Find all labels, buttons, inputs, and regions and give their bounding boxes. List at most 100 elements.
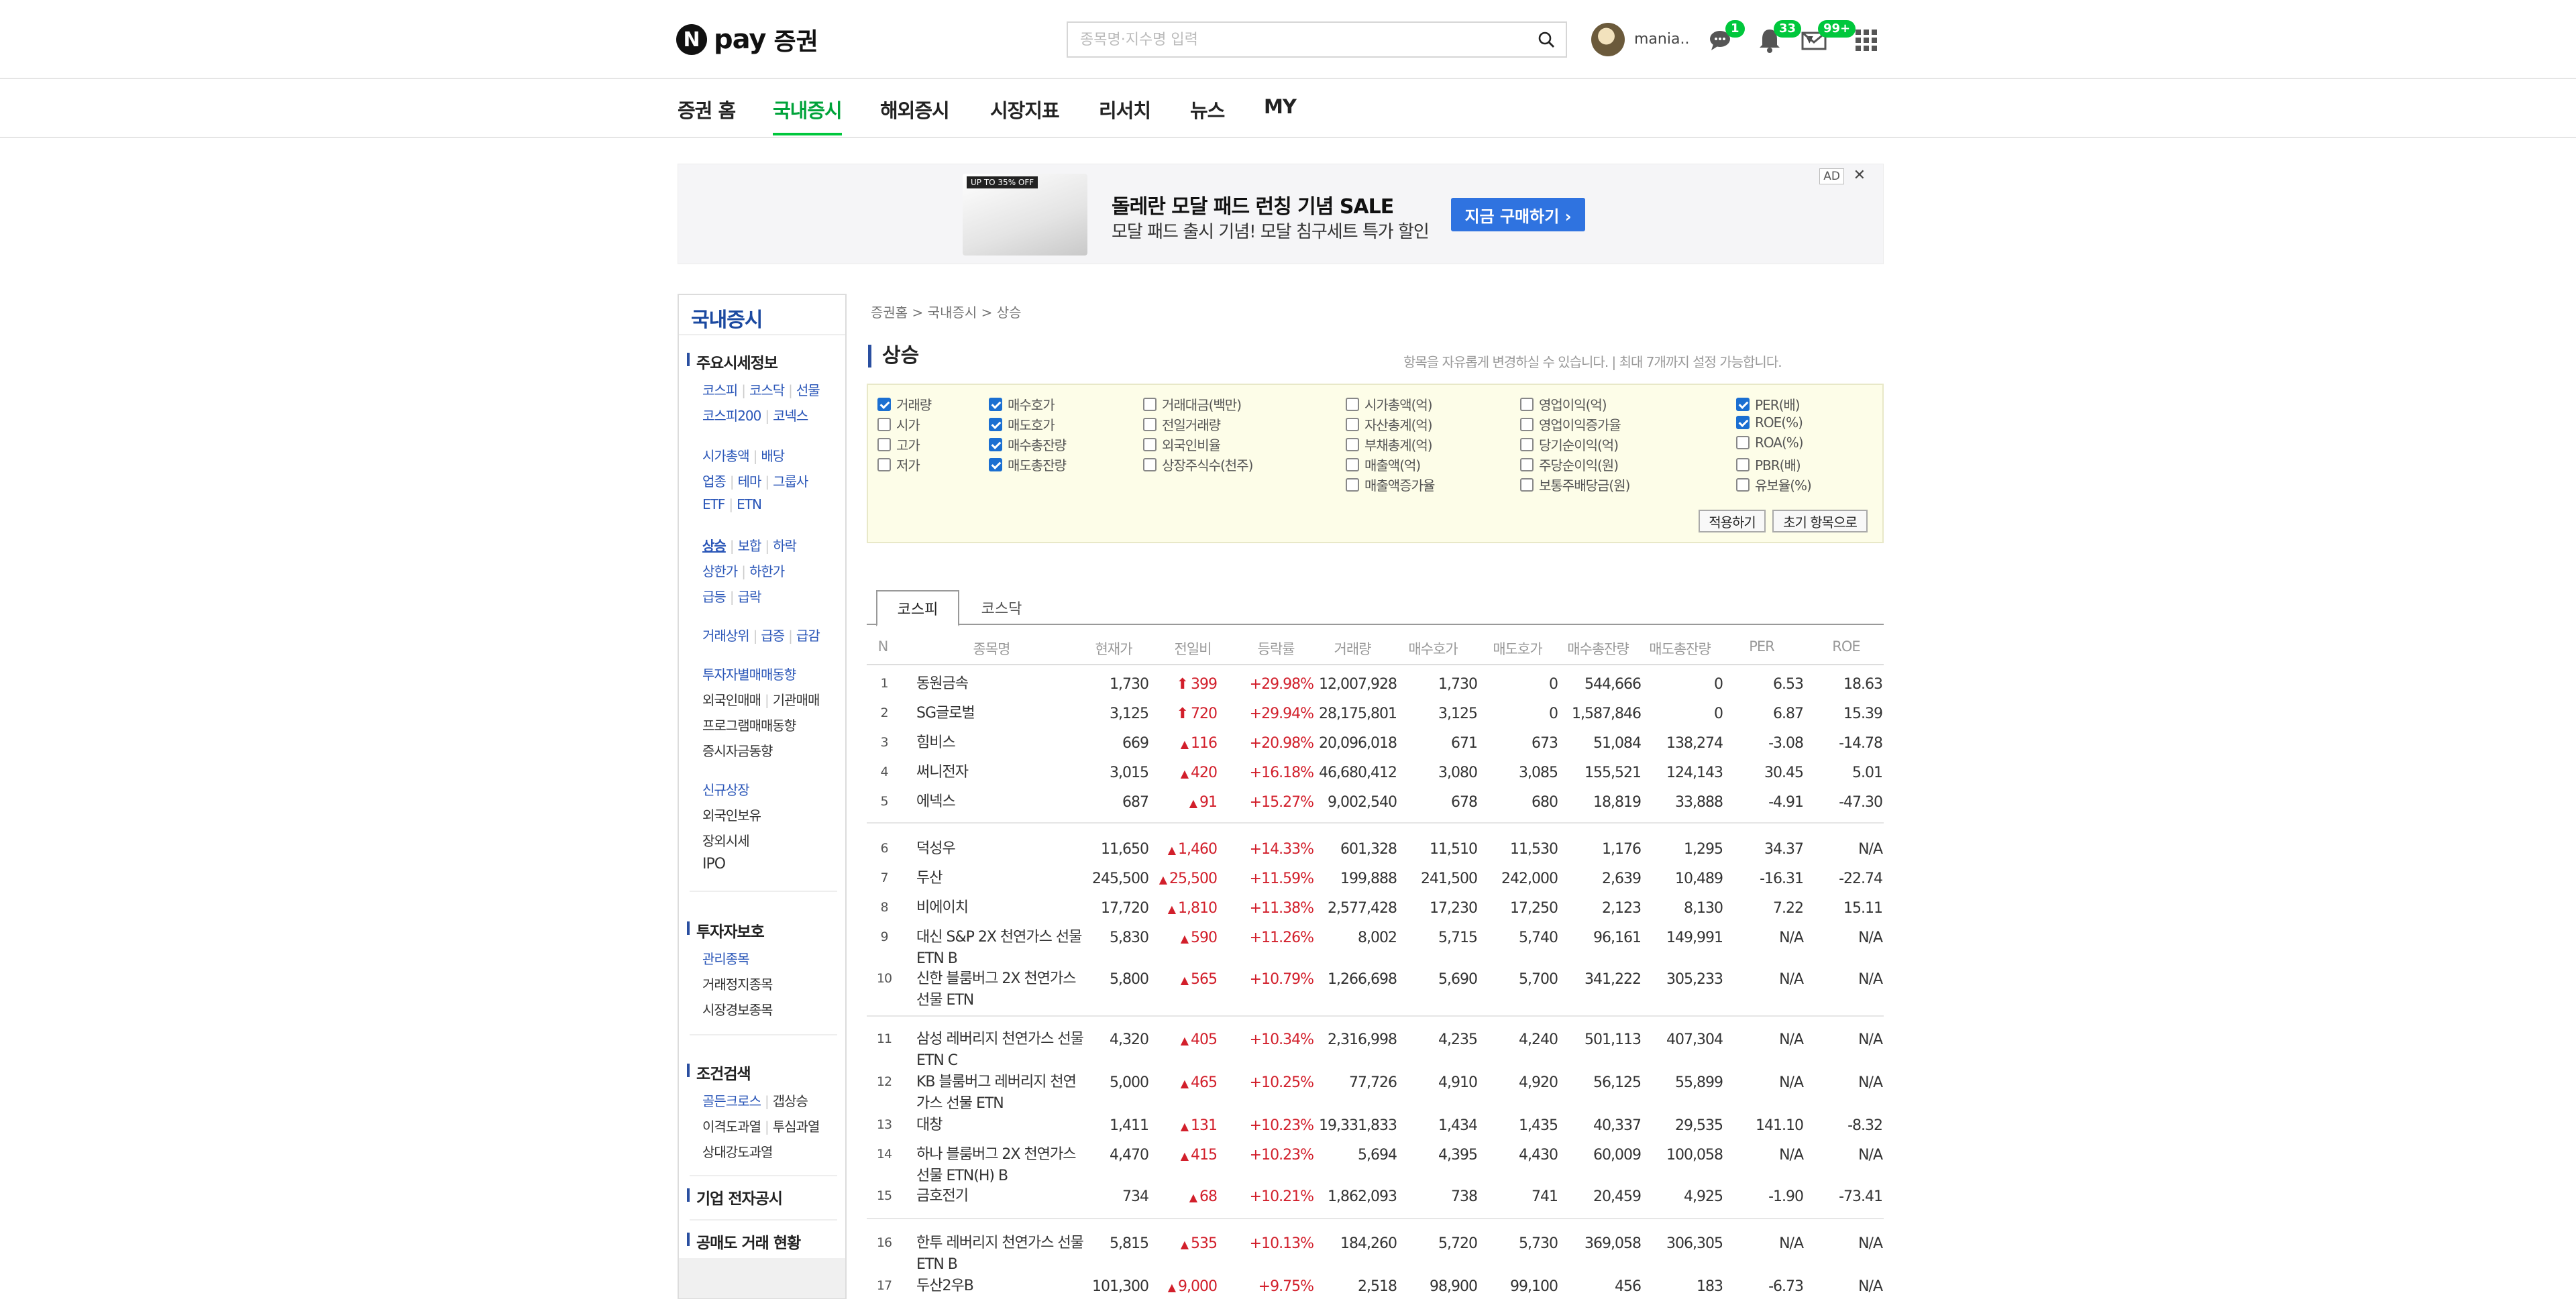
option-checkbox[interactable]: 부채총계(억) — [1346, 435, 1433, 454]
checkbox-icon[interactable] — [1346, 397, 1359, 411]
sidebar-link-institution[interactable]: 기관매매 — [773, 692, 820, 708]
sidebar-link-psych[interactable]: 투심과열 — [773, 1119, 820, 1135]
sidebar-group-screener[interactable]: 조건검색 — [687, 1061, 751, 1084]
option-checkbox[interactable]: 영업이익증가율 — [1520, 414, 1621, 434]
option-checkbox[interactable]: 상장주식수(천주) — [1143, 455, 1253, 474]
sidebar-link-flat[interactable]: 보합 — [738, 538, 762, 554]
nav-item-my[interactable]: MY — [1264, 95, 1297, 135]
option-checkbox[interactable]: 거래대금(백만) — [1143, 394, 1242, 414]
checkbox-icon[interactable] — [989, 397, 1002, 411]
stock-name-link[interactable]: KB 블룸버그 레버리지 천연가스 선물 ETN — [916, 1072, 1084, 1115]
sidebar-link-etn[interactable]: ETN — [737, 496, 762, 512]
sidebar-link-dividend[interactable]: 배당 — [761, 448, 785, 464]
sidebar-link-foreign-hold[interactable]: 외국인보유 — [702, 805, 761, 824]
option-checkbox[interactable]: 매도총잔량 — [989, 455, 1067, 474]
stock-name-link[interactable]: SG글로벌 — [916, 703, 1084, 724]
sidebar-link-kosdaq[interactable]: 코스닥 — [749, 382, 785, 398]
stock-name-link[interactable]: 대창 — [916, 1115, 1084, 1136]
stock-name-link[interactable]: 두산 — [916, 868, 1084, 889]
stock-name-link[interactable]: 동원금속 — [916, 673, 1084, 695]
column-header[interactable]: 전일비 — [1175, 638, 1212, 659]
stock-name-link[interactable]: 힘비스 — [916, 732, 1084, 754]
notification-button[interactable]: 33 — [1755, 20, 1802, 55]
npay-logo[interactable]: N pay 증권 — [676, 23, 818, 56]
option-checkbox[interactable]: 시가총액(억) — [1346, 394, 1433, 414]
sidebar-link-sector[interactable]: 업종 — [702, 473, 727, 490]
sidebar-link-warning[interactable]: 시장경보종목 — [702, 999, 773, 1019]
column-header[interactable]: 매도호가 — [1493, 638, 1542, 659]
ad-banner[interactable]: UP TO 35% OFF 돌레란 모달 패드 런칭 기념 SALE 모달 패드… — [678, 164, 1884, 264]
stock-name-link[interactable]: 써니전자 — [916, 762, 1084, 783]
sidebar-title[interactable]: 국내증시 — [691, 303, 763, 333]
sidebar-link-disparity[interactable]: 이격도과열 — [702, 1119, 761, 1135]
column-header[interactable]: 현재가 — [1095, 638, 1133, 659]
column-header[interactable]: 종목명 — [973, 638, 1011, 659]
stock-name-link[interactable]: 하나 블룸버그 2X 천연가스 선물 ETN(H) B — [916, 1144, 1084, 1187]
sidebar-link-halted[interactable]: 거래정지종목 — [702, 974, 773, 993]
sidebar-link-new-listing[interactable]: 신규상장 — [702, 779, 750, 799]
tab-kospi[interactable]: 코스피 — [876, 590, 959, 626]
stock-name-link[interactable]: 두산2우B — [916, 1276, 1084, 1297]
sidebar-link-golden[interactable]: 골든크로스 — [702, 1093, 761, 1109]
sidebar-link-rise[interactable]: 상승 — [702, 538, 727, 554]
checkbox-icon[interactable] — [1346, 477, 1359, 492]
sidebar-link-futures[interactable]: 선물 — [796, 382, 820, 398]
option-checkbox[interactable]: 매수총잔량 — [989, 435, 1067, 454]
checkbox-icon[interactable] — [989, 437, 1002, 451]
tab-kosdaq[interactable]: 코스닥 — [965, 590, 1038, 625]
column-header[interactable]: PER — [1749, 638, 1775, 655]
nav-item-home[interactable]: 증권 홈 — [678, 95, 736, 135]
option-checkbox[interactable]: 영업이익(억) — [1520, 394, 1607, 414]
sidebar-link-kospi[interactable]: 코스피 — [702, 382, 738, 398]
checkbox-icon[interactable] — [989, 457, 1002, 471]
checkbox-icon[interactable] — [1520, 477, 1534, 492]
nav-item-overseas[interactable]: 해외증시 — [880, 95, 950, 135]
checkbox-icon[interactable] — [989, 417, 1002, 431]
option-checkbox[interactable]: 시가 — [877, 414, 920, 434]
checkbox-icon[interactable] — [1346, 457, 1359, 471]
stock-name-link[interactable]: 에넥스 — [916, 791, 1084, 813]
checkbox-icon[interactable] — [1520, 457, 1534, 471]
stock-name-link[interactable]: 덕성우 — [916, 838, 1084, 860]
checkbox-icon[interactable] — [1520, 417, 1534, 431]
sidebar-link-foreign[interactable]: 외국인매매 — [702, 692, 761, 708]
sidebar-link-gap-up[interactable]: 갭상승 — [773, 1093, 808, 1109]
option-checkbox[interactable]: 저가 — [877, 455, 920, 474]
sidebar-link-otc[interactable]: 장외시세 — [702, 830, 750, 850]
option-checkbox[interactable]: 매수호가 — [989, 394, 1055, 414]
column-header[interactable]: 거래량 — [1334, 638, 1372, 659]
sidebar-link-fund[interactable]: 증시자금동향 — [702, 740, 773, 760]
stock-name-link[interactable]: 삼성 레버리지 천연가스 선물 ETN C — [916, 1029, 1084, 1072]
option-checkbox[interactable]: 주당순이익(원) — [1520, 455, 1619, 474]
column-header[interactable]: 매수총잔량 — [1567, 638, 1629, 659]
sidebar-group-disclosure[interactable]: 기업 전자공시 — [687, 1186, 783, 1208]
reset-button[interactable]: 초기 항목으로 — [1772, 510, 1868, 532]
apps-button[interactable] — [1853, 24, 1884, 55]
option-checkbox[interactable]: ROA(%) — [1736, 435, 1804, 451]
sidebar-link-group[interactable]: 그룹사 — [773, 473, 808, 490]
nav-item-domestic[interactable]: 국내증시 — [773, 95, 843, 135]
sidebar-link-market-cap[interactable]: 시가총액 — [702, 448, 750, 464]
stock-name-link[interactable]: 한투 레버리지 천연가스 선물 ETN B — [916, 1233, 1084, 1276]
option-checkbox[interactable]: 유보율(%) — [1736, 475, 1812, 494]
sidebar-group-market[interactable]: 주요시세정보 — [687, 350, 778, 373]
sidebar-group-short-selling[interactable]: 공매도 거래 현황 — [686, 1230, 801, 1253]
checkbox-icon[interactable] — [1736, 416, 1750, 429]
checkbox-icon[interactable] — [877, 437, 891, 451]
apply-button[interactable]: 적용하기 — [1699, 510, 1766, 532]
nav-item-indicators[interactable]: 시장지표 — [990, 95, 1060, 135]
option-checkbox[interactable]: 매도호가 — [989, 414, 1055, 434]
search-input[interactable] — [1068, 23, 1524, 56]
stock-name-link[interactable]: 비에이치 — [916, 897, 1084, 919]
sidebar-link-volume-top[interactable]: 거래상위 — [702, 628, 750, 644]
sidebar-link-lower[interactable]: 하한가 — [749, 563, 785, 579]
option-checkbox[interactable]: 매출액(억) — [1346, 455, 1421, 474]
mail-button[interactable]: 99+ — [1801, 20, 1856, 55]
checkbox-icon[interactable] — [1346, 437, 1359, 451]
sidebar-link-program[interactable]: 프로그램매매동향 — [702, 715, 796, 734]
option-checkbox[interactable]: 고가 — [877, 435, 920, 454]
ad-buy-button[interactable]: 지금 구매하기 › — [1451, 198, 1585, 231]
checkbox-icon[interactable] — [1736, 457, 1750, 471]
checkbox-icon[interactable] — [877, 397, 891, 411]
checkbox-icon[interactable] — [1520, 437, 1534, 451]
